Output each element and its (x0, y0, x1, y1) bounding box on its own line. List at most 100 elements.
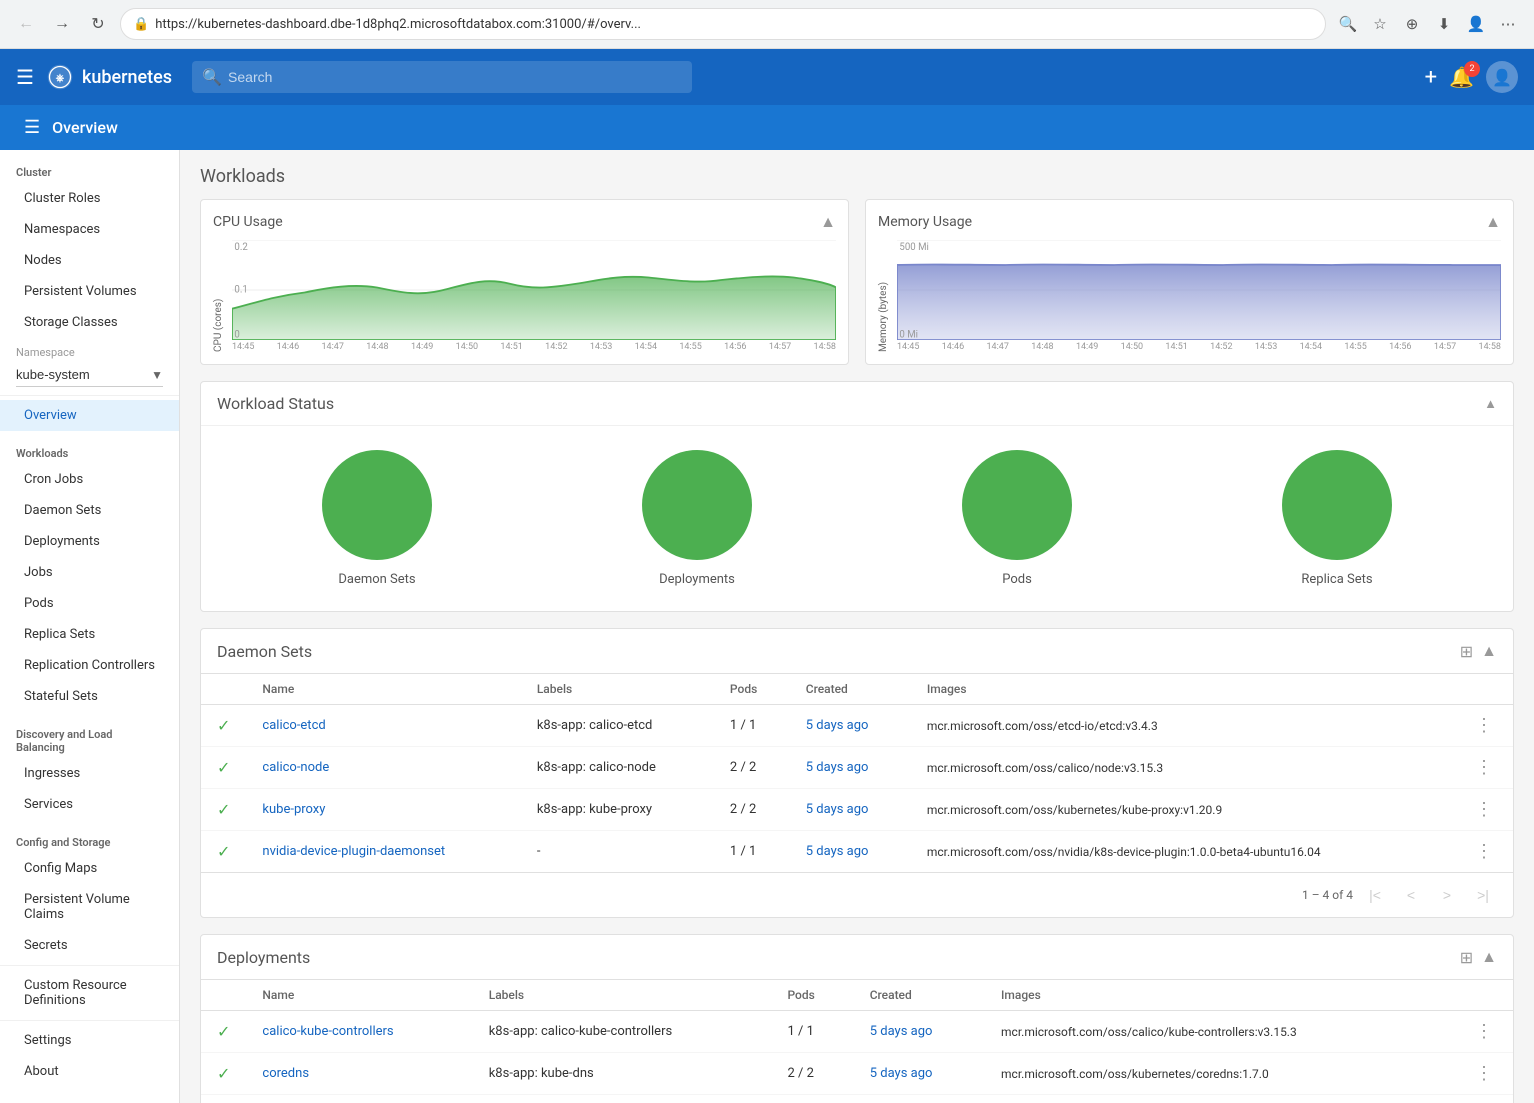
row-more-button[interactable]: ⋮ (1455, 789, 1513, 831)
row-status-icon: ✓ (201, 1011, 246, 1053)
row-labels: k8s-app: calico-etcd (521, 705, 714, 747)
daemon-sets-filter-icon[interactable]: ⊞ (1460, 642, 1473, 661)
reload-button[interactable]: ↻ (84, 10, 112, 38)
sidebar-item-persistent-volumes[interactable]: Persistent Volumes (0, 276, 179, 307)
sidebar-item-deployments[interactable]: Deployments (0, 526, 179, 557)
row-image: mcr.microsoft.com/oss/kubernetes/coredns… (985, 1053, 1455, 1095)
dep-col-name: Name (246, 980, 472, 1011)
search-browser-button[interactable]: 🔍 (1334, 10, 1362, 38)
forward-button[interactable]: → (48, 10, 76, 38)
row-status-icon: ✓ (201, 831, 246, 873)
sidebar-item-pods[interactable]: Pods (0, 588, 179, 619)
sidebar-item-ingresses[interactable]: Ingresses (0, 758, 179, 789)
daemon-sets-circle-label: Daemon Sets (338, 572, 415, 587)
workload-status-collapse-button[interactable]: ▲ (1484, 396, 1497, 412)
sidebar-item-cluster-roles[interactable]: Cluster Roles (0, 183, 179, 214)
sidebar-item-pvc[interactable]: Persistent Volume Claims (0, 884, 179, 930)
address-bar[interactable]: 🔒 https://kubernetes-dashboard.dbe-1d8ph… (120, 8, 1326, 40)
namespace-selector[interactable]: kube-system (16, 363, 163, 387)
dep-col-labels: Labels (473, 980, 772, 1011)
deployments-filter-icon[interactable]: ⊞ (1460, 948, 1473, 967)
sidebar-item-jobs[interactable]: Jobs (0, 557, 179, 588)
sidebar-item-secrets[interactable]: Secrets (0, 930, 179, 961)
search-input[interactable] (192, 61, 692, 93)
add-button[interactable]: + (1425, 65, 1437, 90)
pagination-first-button[interactable]: |< (1361, 881, 1389, 909)
profile-button[interactable]: 👤 (1462, 10, 1490, 38)
sidebar-item-overview[interactable]: Overview (0, 400, 179, 431)
svg-text:⎈: ⎈ (56, 71, 65, 84)
deployments-table: Name Labels Pods Created Images ✓ calico… (201, 980, 1513, 1103)
daemon-sets-tbody: ✓ calico-etcd k8s-app: calico-etcd 1 / 1… (201, 705, 1513, 873)
hamburger-menu-icon[interactable]: ☰ (16, 65, 34, 89)
svg-text:0.2: 0.2 (234, 242, 248, 253)
table-row: ✓ calico-etcd k8s-app: calico-etcd 1 / 1… (201, 705, 1513, 747)
workloads-section-header: Workloads (0, 431, 179, 464)
pagination-next-button[interactable]: > (1433, 881, 1461, 909)
row-pods: 2 / 2 (714, 747, 790, 789)
row-labels: k8s-app: calico-node (521, 747, 714, 789)
sidebar-item-about[interactable]: About (0, 1056, 179, 1087)
sidebar-item-replication-controllers[interactable]: Replication Controllers (0, 650, 179, 681)
table-row: ✓ calico-node k8s-app: calico-node 2 / 2… (201, 747, 1513, 789)
collections-button[interactable]: ⊕ (1398, 10, 1426, 38)
cpu-x-labels: 14:45 14:46 14:47 14:48 14:49 14:50 14:5… (232, 342, 836, 352)
row-more-button[interactable]: ⋮ (1455, 705, 1513, 747)
sidebar-item-namespaces[interactable]: Namespaces (0, 214, 179, 245)
sidebar-item-config-maps[interactable]: Config Maps (0, 853, 179, 884)
pagination-prev-button[interactable]: < (1397, 881, 1425, 909)
memory-chart-collapse-button[interactable]: ▲ (1485, 212, 1501, 232)
row-labels: k8s-app: kube-dns (473, 1053, 772, 1095)
kubernetes-logo-icon: ⎈ (46, 63, 74, 91)
workload-circle-pods: Pods (962, 450, 1072, 587)
col-actions (1455, 674, 1513, 705)
col-pods: Pods (714, 674, 790, 705)
back-button[interactable]: ← (12, 10, 40, 38)
daemon-sets-table-header: Name Labels Pods Created Images (201, 674, 1513, 705)
sidebar-item-crd[interactable]: Custom Resource Definitions (0, 970, 179, 1016)
replica-sets-circle-label: Replica Sets (1301, 572, 1372, 587)
content-area: Workloads CPU Usage ▲ CPU (cores) (180, 150, 1534, 1103)
deployments-collapse-icon[interactable]: ▲ (1481, 947, 1497, 967)
config-section-header: Config and Storage (0, 820, 179, 853)
sidebar-item-replica-sets[interactable]: Replica Sets (0, 619, 179, 650)
row-more-button[interactable]: ⋮ (1455, 747, 1513, 789)
row-image: mcr.microsoft.com/oss/calico/node:v3.15.… (911, 747, 1455, 789)
notification-button[interactable]: 🔔 2 (1449, 65, 1474, 89)
row-labels: k8s-app: kube-proxy (521, 789, 714, 831)
app-bar: ☰ ⎈ kubernetes 🔍 + 🔔 2 👤 (0, 49, 1534, 105)
sidebar-item-settings[interactable]: Settings (0, 1025, 179, 1056)
daemon-sets-pagination-text: 1 – 4 of 4 (1302, 888, 1353, 902)
dep-col-pods: Pods (771, 980, 853, 1011)
more-button[interactable]: ⋯ (1494, 10, 1522, 38)
daemon-sets-status-circle (322, 450, 432, 560)
row-labels: - (521, 831, 714, 873)
row-created: 5 days ago (854, 1011, 985, 1053)
row-created: 5 days ago (790, 831, 911, 873)
col-name: Name (246, 674, 520, 705)
pagination-last-button[interactable]: >| (1469, 881, 1497, 909)
daemon-sets-collapse-icon[interactable]: ▲ (1481, 641, 1497, 661)
row-pods: 1 / 1 (771, 1011, 853, 1053)
download-button[interactable]: ⬇ (1430, 10, 1458, 38)
sidebar-item-services[interactable]: Services (0, 789, 179, 820)
cpu-chart-title: CPU Usage (213, 214, 283, 230)
row-more-button[interactable]: ⋮ (1455, 831, 1513, 873)
overview-menu-icon[interactable]: ☰ (24, 117, 40, 138)
lock-icon: 🔒 (133, 17, 149, 32)
sidebar-item-storage-classes[interactable]: Storage Classes (0, 307, 179, 338)
sidebar-item-nodes[interactable]: Nodes (0, 245, 179, 276)
deployments-tbody: ✓ calico-kube-controllers k8s-app: calic… (201, 1011, 1513, 1103)
cpu-chart-collapse-button[interactable]: ▲ (820, 212, 836, 232)
pods-circle-label: Pods (1002, 572, 1032, 587)
row-more-button[interactable]: ⋮ (1455, 1011, 1513, 1053)
sidebar-item-cron-jobs[interactable]: Cron Jobs (0, 464, 179, 495)
user-avatar[interactable]: 👤 (1486, 61, 1518, 93)
row-image: mcr.microsoft.com/oss/kubernetes/kube-pr… (911, 789, 1455, 831)
sidebar-item-daemon-sets[interactable]: Daemon Sets (0, 495, 179, 526)
row-image: mcr.microsoft.com/oss/nvidia/k8s-device-… (911, 831, 1455, 873)
row-more-button[interactable]: ⋮ (1455, 1053, 1513, 1095)
daemon-sets-pagination: 1 – 4 of 4 |< < > >| (201, 872, 1513, 917)
favorites-button[interactable]: ☆ (1366, 10, 1394, 38)
sidebar-item-stateful-sets[interactable]: Stateful Sets (0, 681, 179, 712)
